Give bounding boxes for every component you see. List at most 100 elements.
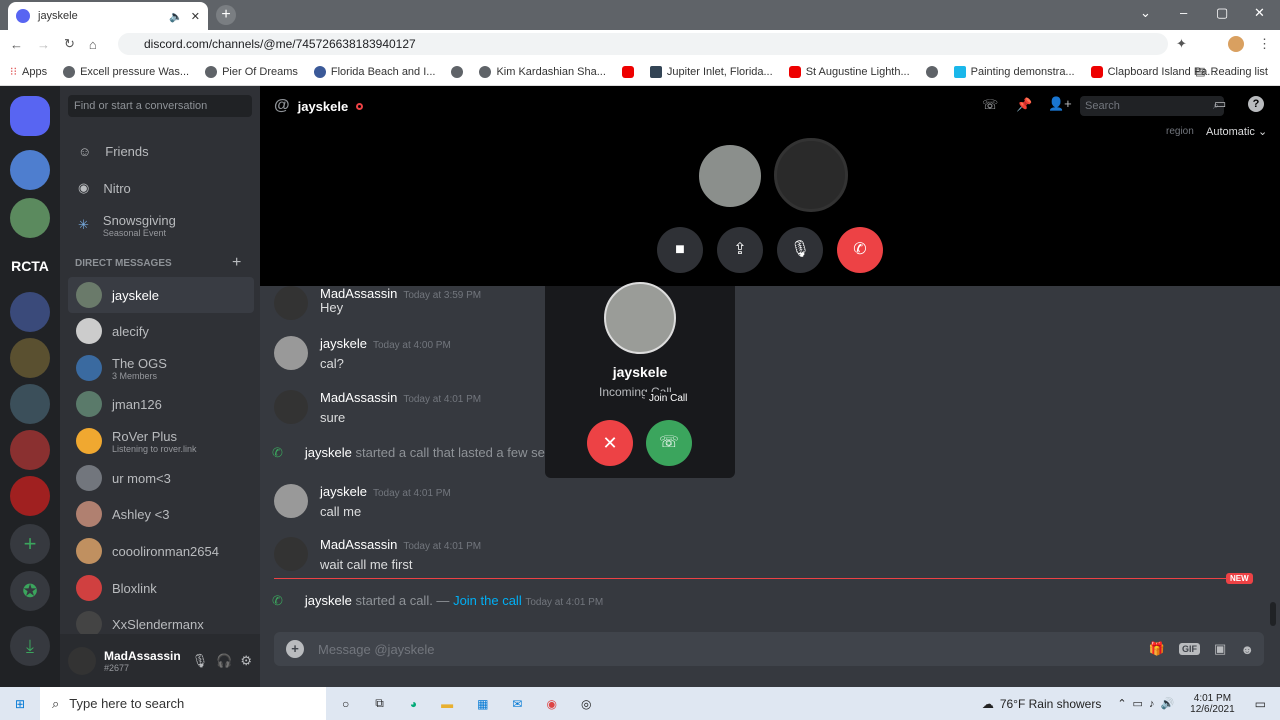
bookmark[interactable]: Kim Kardashian Sha... [479, 65, 606, 78]
download-icon[interactable]: ⤓ [10, 626, 50, 666]
minimize-button[interactable]: – [1180, 5, 1187, 20]
join-call-button[interactable]: ☏ [646, 420, 692, 466]
find-conversation-input[interactable]: Find or start a conversation [68, 95, 252, 117]
explore-icon[interactable]: ✪ [10, 571, 50, 611]
bookmark[interactable]: ⁝⁝ Apps [10, 65, 47, 79]
server-icon[interactable] [10, 430, 50, 470]
chrome-icon[interactable]: ◉ [546, 697, 556, 711]
emoji-icon[interactable]: ☻ [1240, 642, 1254, 657]
help-icon[interactable]: ? [1248, 96, 1264, 112]
disconnect-button[interactable]: ✆ [837, 227, 883, 273]
youtube-icon [788, 65, 801, 78]
bookmark[interactable] [451, 65, 464, 78]
sticker-icon[interactable]: ▣ [1214, 641, 1226, 657]
bookmark[interactable]: St Augustine Lighth... [788, 65, 910, 78]
close-window-button[interactable]: ✕ [1254, 5, 1265, 21]
join-call-link[interactable]: Join the call [453, 593, 522, 608]
nav-nitro[interactable]: ◉ Nitro [68, 171, 254, 205]
participant-avatar[interactable] [696, 142, 764, 210]
reading-list[interactable]: ▤ Reading list [1195, 65, 1268, 79]
pin-icon[interactable]: 📌 [1016, 97, 1032, 113]
notifications-icon[interactable]: ▭ [1255, 697, 1266, 711]
add-friend-icon[interactable]: 👤+ [1048, 96, 1072, 112]
bookmark[interactable]: Pier Of Dreams [205, 65, 298, 78]
nav-snowsgiving[interactable]: ✳ Snowsgiving Seasonal Event [68, 208, 254, 242]
create-dm-button[interactable]: + [232, 254, 241, 272]
cortana-icon[interactable]: ○ [342, 697, 349, 711]
reload-icon[interactable]: ↻ [64, 36, 75, 52]
bookmark[interactable]: Painting demonstra... [953, 65, 1075, 78]
message-composer[interactable]: + Message @jayskele 🎁 GIF ▣ ☻ [274, 632, 1264, 666]
mail-icon[interactable]: ✉ [512, 697, 522, 711]
region-select[interactable]: Automatic ⌄ [1206, 125, 1267, 138]
microphone-icon[interactable]: 🎙 [192, 653, 209, 669]
task-view-icon[interactable]: ⧉ [375, 696, 384, 711]
dm-item[interactable]: jayskele [68, 277, 254, 313]
server-icon[interactable] [10, 150, 50, 190]
menu-icon[interactable]: ⋮ [1258, 36, 1271, 52]
windows-start-icon[interactable]: ⊞ [0, 697, 40, 711]
mute-button[interactable]: 🎙 [777, 227, 823, 273]
camera-button[interactable]: ■ [657, 227, 703, 273]
server-icon[interactable] [10, 198, 50, 238]
apps-icon: ⁝⁝ [10, 66, 17, 78]
dm-item[interactable]: cooolironman2654 [68, 533, 254, 569]
extensions-icon[interactable]: ✦ [1176, 36, 1187, 52]
store-icon[interactable]: ▦ [477, 697, 488, 711]
reading-list-icon: ▤ [1195, 66, 1206, 78]
clock[interactable]: 4:01 PM 12/6/2021 [1190, 693, 1235, 715]
dm-item[interactable]: ur mom<3 [68, 460, 254, 496]
avatar[interactable] [68, 646, 96, 675]
bookmark[interactable]: Excell pressure Was... [63, 65, 189, 78]
dm-item[interactable]: RoVer Plus Listening to rover.link [68, 423, 254, 459]
bookmark[interactable]: Jupiter Inlet, Florida... [649, 65, 773, 78]
nav-friends[interactable]: ☺ Friends [68, 134, 254, 168]
gift-icon[interactable]: 🎁 [1149, 641, 1165, 657]
bookmark[interactable]: Florida Beach and I... [313, 65, 435, 78]
server-icon[interactable] [10, 338, 50, 378]
back-icon[interactable]: ← [10, 37, 23, 52]
attach-icon[interactable]: + [286, 640, 304, 658]
participant-avatar[interactable] [774, 138, 848, 212]
server-icon[interactable] [10, 476, 50, 516]
add-server-button[interactable]: + [10, 524, 50, 564]
headphones-icon[interactable]: 🎧 [216, 653, 232, 669]
taskbar-search[interactable]: ⌕ Type here to search [40, 687, 326, 720]
system-tray-icons[interactable]: ⌃▭♪🔊 [1117, 697, 1180, 710]
scrollbar[interactable] [1270, 602, 1276, 626]
gif-button[interactable]: GIF [1179, 643, 1201, 655]
close-tab-icon[interactable]: ✕ [191, 10, 200, 23]
tab-search-icon[interactable]: ⌄ [1140, 5, 1151, 21]
browser-tab[interactable]: jayskele 🔈 ✕ [8, 2, 208, 30]
forward-icon[interactable]: → [37, 37, 50, 52]
server-icon[interactable] [10, 292, 50, 332]
url-input[interactable]: discord.com/channels/@me/745726638183940… [118, 33, 1168, 55]
file-explorer-icon[interactable]: ▬ [441, 697, 453, 711]
server-icon[interactable] [10, 384, 50, 424]
profile-avatar[interactable] [1228, 36, 1244, 52]
dm-item[interactable]: alecify [68, 313, 254, 349]
inbox-icon[interactable]: ▭ [1214, 96, 1226, 112]
dm-item[interactable]: jman126 [68, 386, 254, 422]
screen-share-button[interactable]: ⇪ [717, 227, 763, 273]
call-icon[interactable]: ☏ [982, 97, 998, 113]
edge-icon[interactable]: ◕ [410, 697, 417, 711]
home-icon[interactable]: ⌂ [89, 37, 97, 52]
dm-item[interactable]: The OGS 3 Members [68, 350, 254, 386]
decline-call-button[interactable]: ✕ [587, 420, 633, 466]
address-bar-row: ← → ↻ ⌂ discord.com/channels/@me/7457266381… [0, 30, 1280, 58]
dm-item[interactable]: Ashley <3 [68, 496, 254, 532]
obs-icon[interactable]: ◎ [581, 697, 591, 711]
new-tab-button[interactable]: + [216, 5, 236, 25]
bookmark[interactable] [925, 65, 938, 78]
speaker-icon[interactable]: 🔈 [169, 10, 183, 23]
search-input[interactable]: Search ⌕ [1080, 96, 1224, 116]
gear-icon[interactable]: ⚙ [240, 653, 252, 669]
dm-item[interactable]: Bloxlink [68, 570, 254, 606]
bookmark[interactable] [621, 65, 634, 78]
home-button[interactable] [10, 96, 50, 136]
weather-text[interactable]: 76°F Rain showers [1000, 697, 1102, 711]
server-icon-rcta[interactable]: RCTA [10, 246, 50, 286]
maximize-button[interactable]: ▢ [1216, 5, 1228, 21]
message-input[interactable]: Message @jayskele [318, 642, 1135, 657]
